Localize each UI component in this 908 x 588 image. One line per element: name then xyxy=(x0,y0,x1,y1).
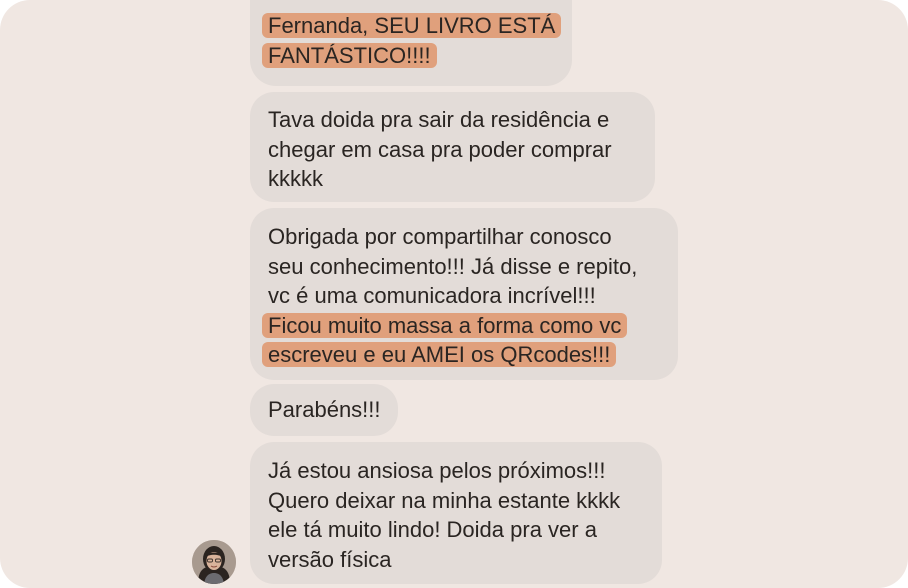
message-line: escreveu e eu AMEI os QRcodes!!! xyxy=(262,340,658,370)
message-bubble: Tava doida pra sair da residência e cheg… xyxy=(250,92,655,202)
message-line: Já estou ansiosa pelos próximos!!! xyxy=(268,458,606,483)
highlighted-text: Fernanda, SEU LIVRO ESTÁ xyxy=(262,13,562,38)
message-line: chegar em casa pra poder comprar xyxy=(268,136,612,162)
highlighted-text: Ficou muito massa a forma como vc xyxy=(262,312,628,338)
message-line: vc é uma comunicadora incrível!!! xyxy=(268,283,596,308)
message-line: Tava doida pra sair da residência e xyxy=(268,107,610,132)
message-line: Fernanda, SEU LIVRO ESTÁ xyxy=(262,11,562,41)
message-bubble: Obrigada por compartilhar conosco seu co… xyxy=(250,208,678,380)
message-line: versão física xyxy=(268,546,392,572)
message-bubble: Parabéns!!! xyxy=(250,384,398,436)
message-line: Ficou muito massa a forma como vc xyxy=(262,311,658,341)
message-line: Quero deixar na minha estante kkkk xyxy=(268,487,621,513)
message-bubble: Fernanda, SEU LIVRO ESTÁ FANTÁSTICO!!!! xyxy=(250,0,572,86)
avatar-photo-icon xyxy=(192,540,236,584)
message-line: kkkkk xyxy=(268,166,323,191)
message-line: ele tá muito lindo! Doida pra ver a xyxy=(268,517,597,542)
message-bubble: Já estou ansiosa pelos próximos!!! Quero… xyxy=(250,442,662,584)
highlighted-text: escreveu e eu AMEI os QRcodes!!! xyxy=(262,342,617,367)
highlighted-text: FANTÁSTICO!!!! xyxy=(262,42,437,68)
message-line: FANTÁSTICO!!!! xyxy=(262,41,552,71)
message-line: seu conhecimento!!! Já disse e repito, xyxy=(268,253,638,279)
chat-screenshot: Fernanda, SEU LIVRO ESTÁ FANTÁSTICO!!!! … xyxy=(0,0,908,588)
message-line: Obrigada por compartilhar conosco xyxy=(268,224,612,249)
sender-avatar[interactable] xyxy=(192,540,236,584)
message-line: Parabéns!!! xyxy=(268,397,381,422)
